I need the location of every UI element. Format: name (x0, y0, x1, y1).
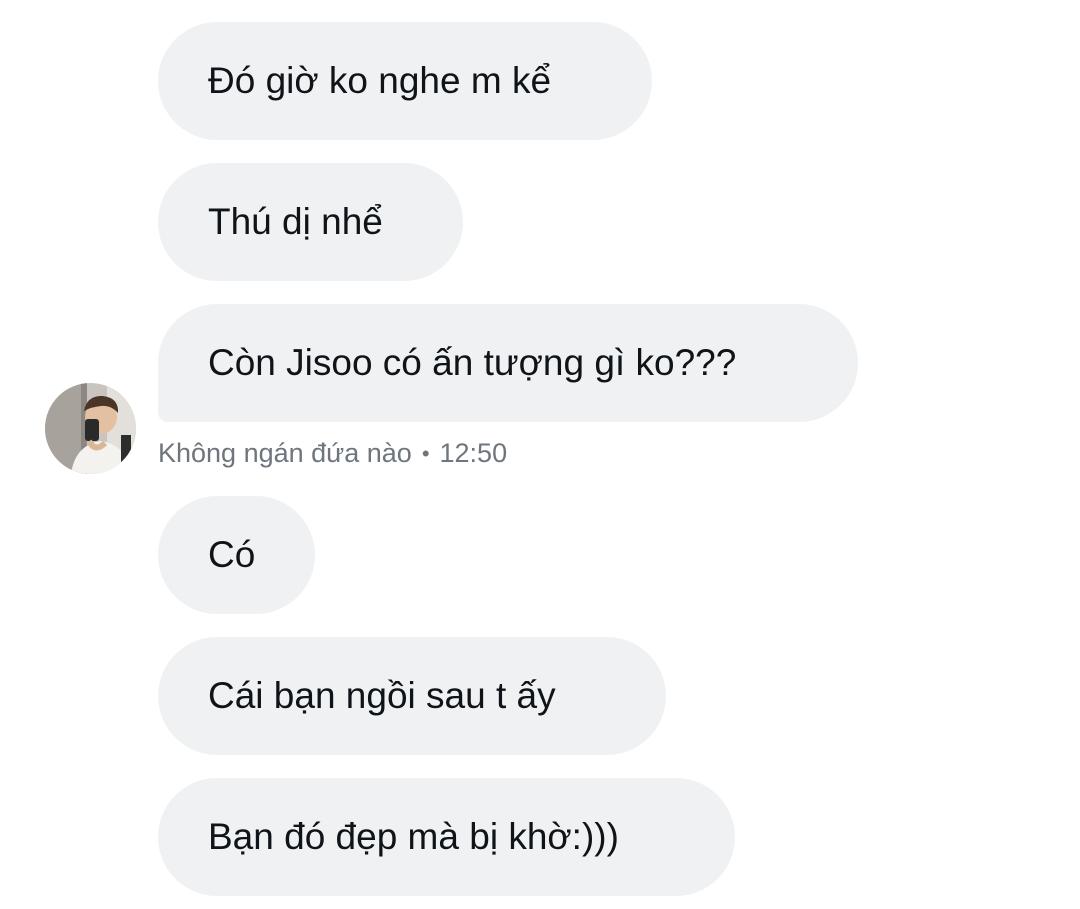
message-text: Bạn đó đẹp mà bị khờ:))) (208, 816, 619, 857)
message-bubble[interactable]: Bạn đó đẹp mà bị khờ:))) (158, 778, 735, 896)
message-bubble[interactable]: Thú dị nhể (158, 163, 463, 281)
message-text: Còn Jisoo có ấn tượng gì ko??? (208, 342, 737, 383)
meta-separator: • (421, 440, 430, 466)
message-text: Đó giờ ko nghe m kể (208, 60, 552, 101)
message-bubble[interactable]: Đó giờ ko nghe m kể (158, 22, 652, 140)
message-text: Cái bạn ngồi sau t ấy (208, 675, 556, 716)
user-avatar-photo-icon (45, 383, 136, 474)
message-timestamp: 12:50 (439, 438, 508, 468)
message-meta: Không ngán đứa nào • 12:50 (158, 438, 507, 469)
message-bubble[interactable]: Cái bạn ngồi sau t ấy (158, 637, 666, 755)
message-text: Thú dị nhể (208, 201, 383, 242)
sender-name: Không ngán đứa nào (158, 438, 412, 468)
message-bubble[interactable]: Còn Jisoo có ấn tượng gì ko??? (158, 304, 858, 422)
user-avatar[interactable] (45, 383, 136, 474)
message-bubble[interactable]: Có (158, 496, 315, 614)
message-text: Có (208, 534, 256, 575)
